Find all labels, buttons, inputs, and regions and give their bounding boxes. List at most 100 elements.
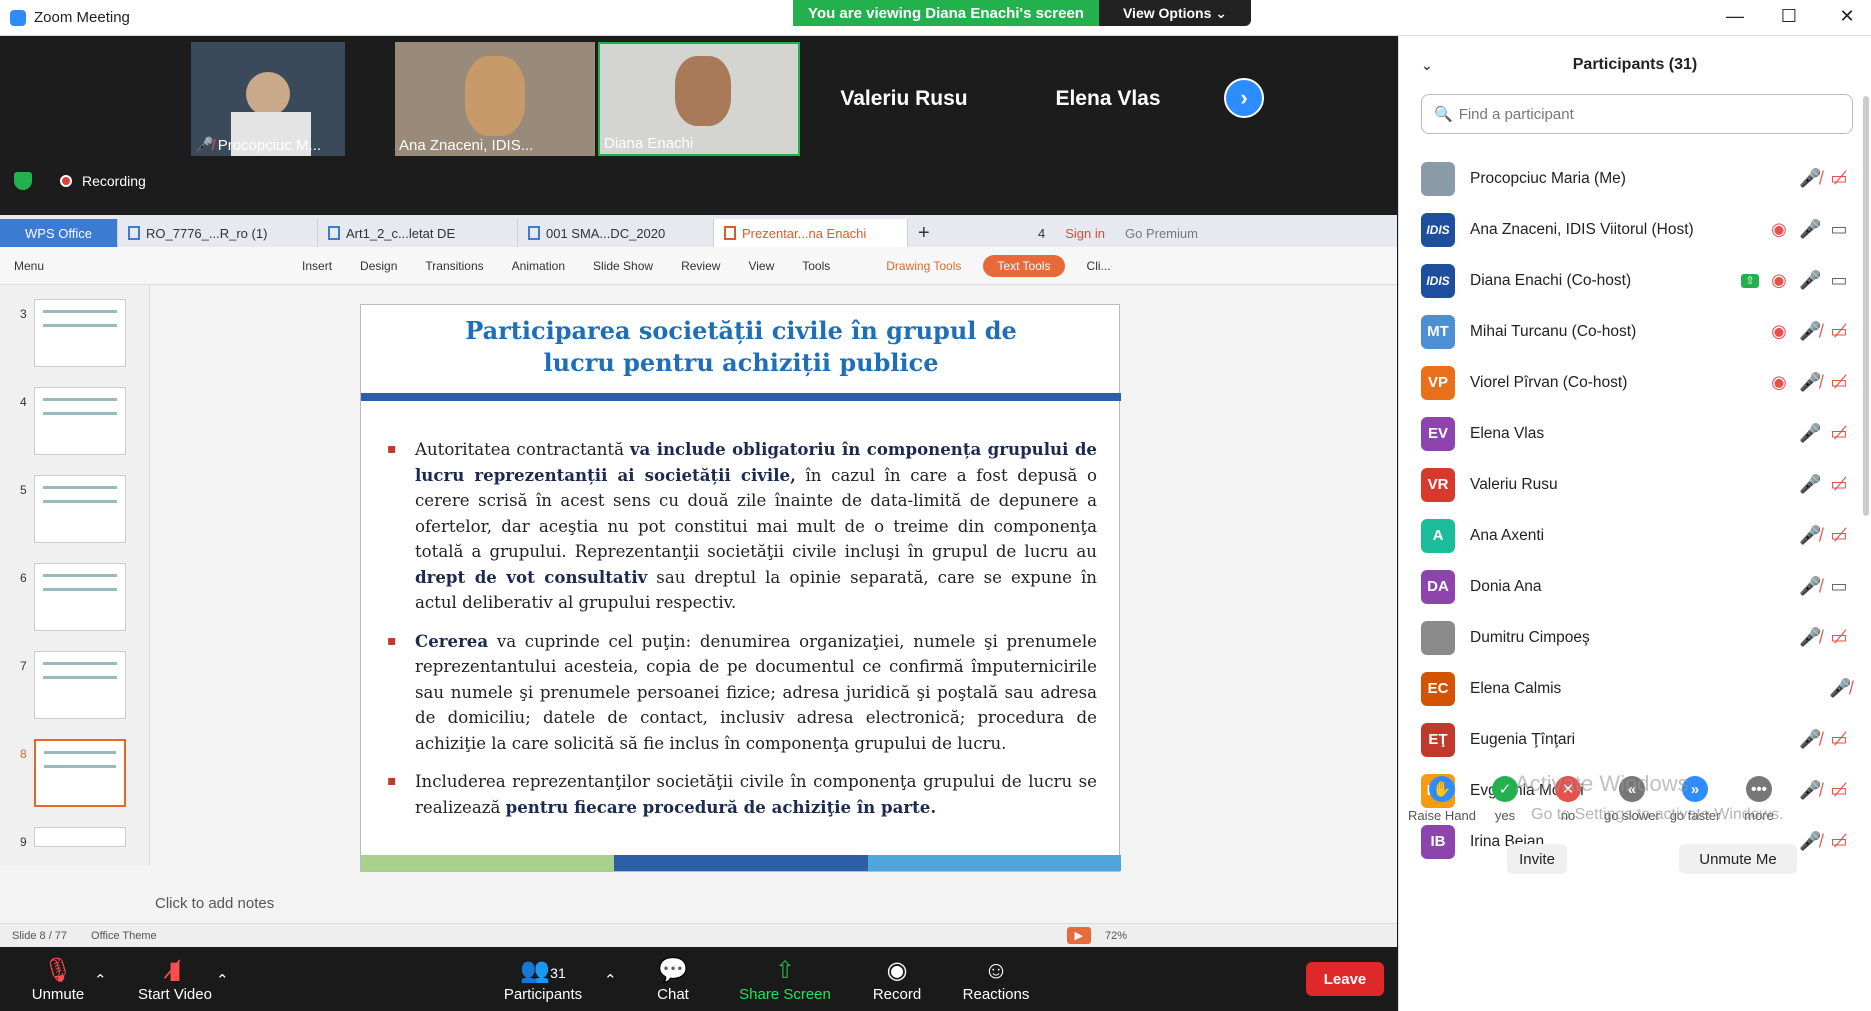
participants-chevron-icon[interactable]: ⌃: [604, 948, 617, 1011]
minimize-icon[interactable]: —: [1720, 6, 1750, 27]
ribbon-view[interactable]: View: [734, 259, 788, 273]
slide-thumbnail[interactable]: [34, 563, 126, 631]
audio-options-chevron-icon[interactable]: ⌃: [94, 948, 107, 1011]
panel-title: Participants (31): [1572, 56, 1698, 73]
doc-tab[interactable]: Art1_2_c...letat DE: [318, 219, 518, 247]
participant-row[interactable]: MT Mihai Turcanu (Co-host) ◉ 🎤̸ ▭̸: [1399, 306, 1859, 357]
slide-canvas[interactable]: Participarea societății civile în grupul…: [360, 304, 1121, 872]
zoom-level[interactable]: 72%: [1105, 930, 1127, 942]
participants-button[interactable]: 👥31 Participants: [498, 948, 588, 1011]
ribbon-insert[interactable]: Insert: [288, 259, 346, 273]
participant-row[interactable]: EC Elena Calmis 🎤̸: [1399, 663, 1859, 714]
ribbon-design[interactable]: Design: [346, 259, 411, 273]
tab-count-badge[interactable]: 4: [1028, 219, 1055, 247]
ribbon-text-tools[interactable]: Text Tools: [983, 254, 1065, 277]
record-icon: ◉: [886, 957, 908, 984]
maximize-icon[interactable]: ☐: [1774, 6, 1804, 27]
participant-row[interactable]: Dumitru Cimpoeş 🎤̸ ▭̸: [1399, 612, 1859, 663]
active-speaker-tile[interactable]: Diana Enachi: [598, 42, 800, 156]
ribbon-menu[interactable]: Menu: [0, 259, 58, 273]
slide-counter: Slide 8 / 77: [12, 929, 68, 942]
share-screen-button[interactable]: ⇧ Share Screen: [735, 948, 835, 1011]
avatar: IDIS: [1421, 263, 1455, 298]
close-icon[interactable]: ✕: [1832, 6, 1862, 27]
slide-thumbnail-selected[interactable]: [34, 739, 126, 807]
participant-name: Ana Znaceni, IDIS Viitorul (Host): [1470, 220, 1694, 238]
ribbon-slide-show[interactable]: Slide Show: [579, 259, 667, 273]
participant-row[interactable]: EŢ Eugenia Ţînţari 🎤̸ ▭̸: [1399, 714, 1859, 765]
participant-row[interactable]: A Ana Axenti 🎤̸ ▭̸: [1399, 510, 1859, 561]
slide-thumbnail[interactable]: [34, 651, 126, 719]
video-tile[interactable]: Ana Znaceni, IDIS...: [395, 42, 595, 156]
name-tile[interactable]: Elena Vlas: [1008, 42, 1208, 156]
ribbon-drawing-tools[interactable]: Drawing Tools: [872, 259, 975, 273]
mic-off-icon: 🎤̸: [1799, 576, 1822, 596]
doc-tab[interactable]: 001 SMA...DC_2020: [518, 219, 714, 247]
go-premium-button[interactable]: Go Premium: [1115, 219, 1208, 247]
reactions-button[interactable]: ☺ Reactions: [958, 948, 1034, 1011]
participant-row[interactable]: IDIS Ana Znaceni, IDIS Viitorul (Host) ◉ 🎤 ▭: [1399, 204, 1859, 255]
avatar: A: [1421, 518, 1455, 553]
participant-row[interactable]: VP Viorel Pîrvan (Co-host) ◉ 🎤̸ ▭̸: [1399, 357, 1859, 408]
avatar: DA: [1421, 569, 1455, 604]
video-icon: ▭: [1830, 219, 1848, 239]
ribbon-tools[interactable]: Tools: [788, 259, 844, 273]
video-off-icon: ▭̸: [1830, 627, 1848, 647]
participant-status-icons: 🎤 ▭̸: [1799, 474, 1849, 495]
participant-status-icons: ⇧ ◉ 🎤 ▭: [1741, 270, 1849, 291]
notes-area[interactable]: Click to add notes: [155, 895, 274, 912]
view-options-button[interactable]: View Options ⌄: [1099, 0, 1251, 26]
name-tile[interactable]: Valeriu Rusu: [804, 42, 1004, 156]
collapse-chevron-icon[interactable]: ⌄: [1421, 57, 1433, 74]
video-off-icon: ▭̸: [1830, 474, 1848, 494]
wps-office-tab[interactable]: WPS Office: [0, 219, 118, 247]
ribbon-review[interactable]: Review: [667, 259, 734, 273]
unmute-me-button[interactable]: Unmute Me: [1679, 844, 1797, 874]
recording-dot-icon: [60, 175, 72, 187]
leave-button[interactable]: Leave: [1306, 962, 1384, 996]
slide-title[interactable]: Participarea societății civile în grupul…: [361, 315, 1121, 379]
invite-button[interactable]: Invite: [1507, 844, 1567, 874]
security-shield-icon[interactable]: [14, 172, 32, 190]
presentation-tab[interactable]: Prezentar...na Enachi: [714, 219, 908, 247]
start-video-button[interactable]: ▮̸ Start Video: [135, 948, 215, 1011]
ribbon-transitions[interactable]: Transitions: [411, 259, 497, 273]
video-options-chevron-icon[interactable]: ⌃: [216, 948, 229, 1011]
new-tab-icon[interactable]: +: [908, 219, 948, 247]
participant-search-input[interactable]: 🔍 Find a participant: [1421, 94, 1853, 134]
mic-off-icon: 🎤̸: [1799, 372, 1822, 392]
slide-thumbnail[interactable]: [34, 475, 126, 543]
doc-tab[interactable]: RO_7776_...R_ro (1): [118, 219, 318, 247]
mic-icon: 🎤: [1799, 219, 1822, 239]
unmute-button[interactable]: 🎙 Unmute: [28, 948, 88, 1011]
play-slideshow-icon[interactable]: ▶: [1066, 927, 1091, 944]
ribbon-search[interactable]: Cli...: [1073, 259, 1125, 273]
participant-row[interactable]: IDIS Diana Enachi (Co-host) ⇧ ◉ 🎤 ▭: [1399, 255, 1859, 306]
participant-row[interactable]: VR Valeriu Rusu 🎤 ▭̸: [1399, 459, 1859, 510]
reactions-icon: ☺: [983, 957, 1009, 984]
ribbon-animation[interactable]: Animation: [498, 259, 579, 273]
video-icon: ▭: [1830, 270, 1848, 290]
participant-name: Eugenia Ţînţari: [1470, 730, 1576, 748]
sign-in-button[interactable]: Sign in: [1055, 219, 1115, 247]
chat-button[interactable]: 💬 Chat: [648, 948, 698, 1011]
video-off-icon: ▮̸: [168, 957, 182, 984]
participant-row[interactable]: Procopciuc Maria (Me) 🎤̸ ▭̸: [1399, 153, 1859, 204]
avatar: [1421, 161, 1455, 196]
slide-title-line: Participarea societății civile în grupul…: [465, 316, 1017, 345]
slide-thumbnail[interactable]: [34, 299, 126, 367]
tile-label: Ana Znaceni, IDIS...: [399, 137, 534, 154]
wps-ribbon: Menu Insert Design Transitions Animation…: [0, 247, 1397, 285]
slide-thumbnail[interactable]: [34, 827, 126, 847]
slide-body[interactable]: Autoritatea contractantă va include obli…: [387, 437, 1097, 833]
participant-row[interactable]: DA Donia Ana 🎤̸ ▭: [1399, 561, 1859, 612]
participant-list-scrollbar[interactable]: [1863, 96, 1869, 516]
next-page-arrow-icon[interactable]: ›: [1224, 78, 1264, 118]
participant-row[interactable]: EV Elena Vlas 🎤 ▭̸: [1399, 408, 1859, 459]
video-tile[interactable]: 🎤̸ Procopciuc M...: [191, 42, 345, 156]
slide-thumbnail[interactable]: [34, 387, 126, 455]
zoom-logo-icon: [10, 9, 26, 26]
mic-off-icon: 🎤̸: [1799, 321, 1822, 341]
record-button[interactable]: ◉ Record: [872, 948, 922, 1011]
reaction-raise-hand[interactable]: ✋ Raise Hand: [1407, 776, 1477, 823]
